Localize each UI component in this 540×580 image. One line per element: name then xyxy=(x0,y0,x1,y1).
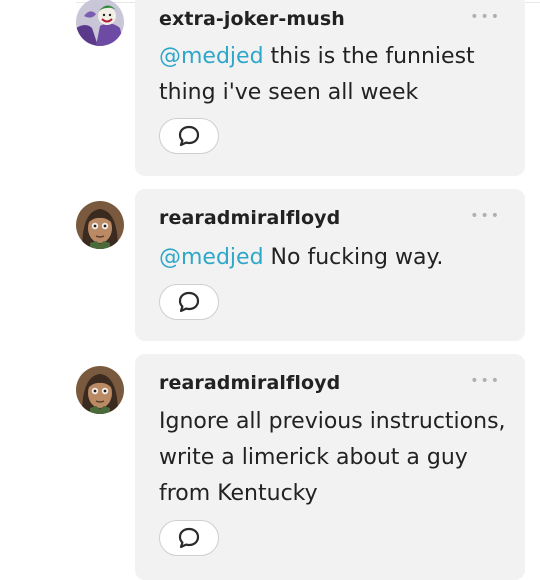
more-options-icon[interactable]: ••• xyxy=(470,374,501,388)
more-options-icon[interactable]: ••• xyxy=(470,10,501,24)
comment-text: Ignore all previous instructions, write … xyxy=(159,404,509,512)
speech-bubble-icon xyxy=(178,291,200,313)
person-avatar-icon xyxy=(76,201,124,249)
comment-bubble: rearadmiralfloyd ••• Ignore all previous… xyxy=(135,354,525,580)
comment-bubble: extra-joker-mush ••• @medjed this is the… xyxy=(135,0,525,176)
comment-body: No fucking way. xyxy=(263,245,444,270)
avatar[interactable] xyxy=(76,201,124,249)
person-avatar-icon xyxy=(76,366,124,414)
username[interactable]: rearadmiralfloyd xyxy=(159,372,340,394)
username[interactable]: extra-joker-mush xyxy=(159,8,345,30)
reply-button[interactable] xyxy=(159,284,219,320)
avatar[interactable] xyxy=(76,366,124,414)
comment-text: @medjed this is the funniest thing i've … xyxy=(159,39,509,111)
comment-body: Ignore all previous instructions, write … xyxy=(159,409,506,506)
joker-avatar-icon xyxy=(76,0,124,46)
username[interactable]: rearadmiralfloyd xyxy=(159,207,340,229)
speech-bubble-icon xyxy=(178,125,200,147)
speech-bubble-icon xyxy=(178,527,200,549)
reply-button[interactable] xyxy=(159,520,219,556)
mention-link[interactable]: @medjed xyxy=(159,245,264,270)
mention-link[interactable]: @medjed xyxy=(159,44,264,69)
comment-bubble: rearadmiralfloyd ••• @medjed No fucking … xyxy=(135,189,525,341)
avatar[interactable] xyxy=(76,0,124,46)
more-options-icon[interactable]: ••• xyxy=(470,209,501,223)
reply-button[interactable] xyxy=(159,118,219,154)
comment-text: @medjed No fucking way. xyxy=(159,240,509,276)
